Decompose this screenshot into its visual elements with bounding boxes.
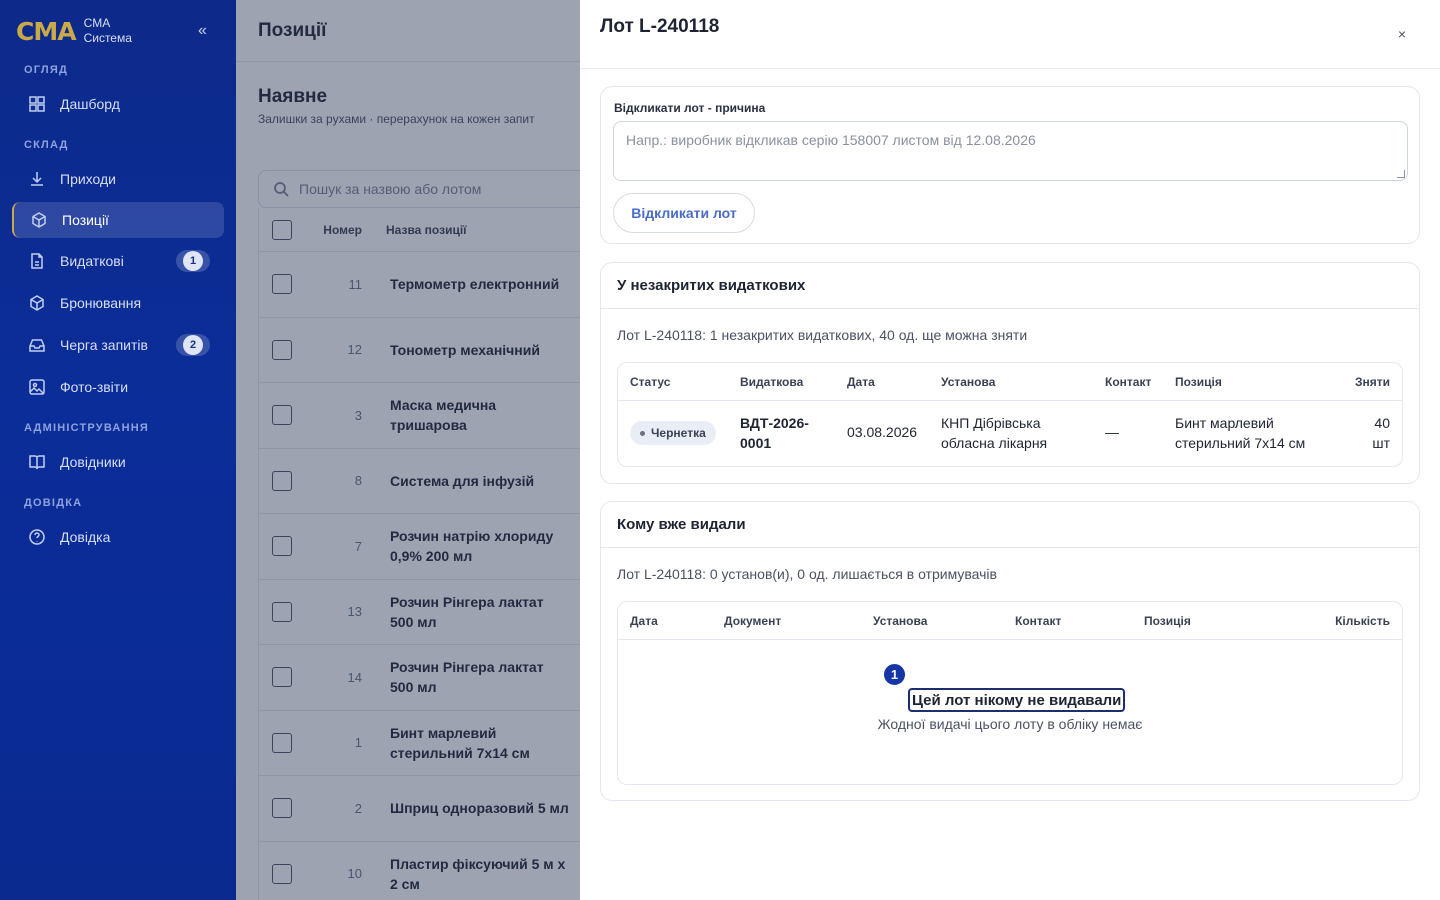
sidebar-item-positions[interactable]: Позиції (12, 202, 224, 238)
sidebar-item-dashboard[interactable]: Дашборд (12, 86, 224, 122)
column-withdraw: Зняти (1354, 375, 1390, 389)
sidebar-item-label: Дашборд (60, 96, 120, 112)
recall-card: Відкликати лот - причина Напр.: виробник… (600, 86, 1420, 244)
section-warehouse: СКЛАД (24, 139, 69, 151)
sidebar-item-request-queue[interactable]: Черга запитів 2 (12, 327, 224, 363)
column-invoice: Видаткова (740, 375, 804, 389)
column-status: Статус (630, 375, 671, 389)
status-badge: Чернетка (630, 421, 716, 445)
column-item: Позиція (1144, 614, 1191, 628)
brand-logo: CMA (16, 16, 77, 46)
download-icon (28, 170, 46, 188)
queue-count-badge: 2 (176, 334, 210, 356)
issued-table: Дата Документ Установа Контакт Позиція К… (617, 601, 1403, 785)
item-name: Бинт марлевий стерильний 7х14 см (1175, 415, 1306, 451)
withdraw-quantity: 40 шт (1372, 415, 1390, 451)
help-icon (28, 528, 46, 546)
column-date: Дата (847, 375, 875, 389)
brand-name: CMA (83, 16, 111, 30)
contact: — (1105, 424, 1119, 440)
sidebar-item-label: Приходи (60, 171, 116, 187)
invoices-count-badge: 1 (176, 250, 210, 272)
drawer-title: Лот L-240118 (600, 16, 720, 37)
sidebar-item-photo-reports[interactable]: Фото-звіти (12, 369, 224, 405)
institution: КНП Дібрівська обласна лікарня (941, 415, 1048, 451)
column-date: Дата (630, 614, 658, 628)
brand[interactable]: CMA CMA Система (16, 16, 132, 46)
book-icon (28, 453, 46, 471)
open-invoices-title: У незакритих видаткових (601, 263, 1419, 309)
section-help: ДОВІДКА (24, 497, 83, 509)
annotation-marker: 1 (882, 662, 907, 687)
sidebar-item-label: Позиції (62, 212, 109, 228)
recall-reason-placeholder: Напр.: виробник відкликав серію 158007 л… (626, 132, 1036, 148)
issued-card: Кому вже видали Лот L-240118: 0 установ(… (600, 501, 1420, 801)
issued-summary: Лот L-240118: 0 установ(и), 0 од. лишаєт… (617, 566, 997, 582)
sidebar-item-label: Довідники (60, 454, 126, 470)
sidebar-item-label: Бронювання (60, 295, 142, 311)
empty-state: 1 Цей лот нікому не видавали Жодної вида… (618, 640, 1402, 784)
empty-state-subtitle: Жодної видачі цього лоту в обліку немає (877, 716, 1143, 732)
sidebar-item-directories[interactable]: Довідники (12, 444, 224, 480)
section-admin: АДМІНІСТРУВАННЯ (24, 422, 149, 434)
sidebar-item-receipts[interactable]: Приходи (12, 161, 224, 197)
sidebar-item-label: Черга запитів (60, 337, 148, 353)
column-item: Позиція (1175, 375, 1222, 389)
column-quantity: Кількість (1335, 614, 1390, 628)
box-icon (30, 211, 48, 229)
inbox-icon (28, 336, 46, 354)
invoice-date: 03.08.2026 (847, 424, 918, 440)
close-icon[interactable]: × (1398, 26, 1406, 42)
issued-title: Кому вже видали (601, 502, 1419, 548)
empty-state-title: Цей лот нікому не видавали (908, 688, 1126, 712)
sidebar-item-help[interactable]: Довідка (12, 519, 224, 555)
image-icon (28, 378, 46, 396)
section-overview: ОГЛЯД (24, 64, 68, 76)
column-contact: Контакт (1105, 375, 1152, 389)
sidebar-item-label: Видаткові (60, 253, 124, 269)
sidebar-item-label: Довідка (60, 529, 111, 545)
column-institution: Установа (873, 614, 928, 628)
sidebar-item-label: Фото-звіти (60, 379, 129, 395)
open-invoices-table: Статус Видаткова Дата Установа Контакт П… (617, 362, 1403, 467)
sidebar-item-reservations[interactable]: Бронювання (12, 285, 224, 321)
invoice-number[interactable]: ВДТ-2026- 0001 (740, 413, 809, 453)
document-icon (28, 252, 46, 270)
column-institution: Установа (941, 375, 996, 389)
modal-backdrop[interactable] (236, 0, 580, 900)
table-header: Статус Видаткова Дата Установа Контакт П… (618, 363, 1402, 401)
resize-handle-icon[interactable] (1397, 170, 1405, 178)
box-icon (28, 294, 46, 312)
brand-subtitle: Система (83, 31, 132, 45)
lot-drawer: Лот L-240118 × Відкликати лот - причина … (580, 0, 1440, 900)
open-invoices-card: У незакритих видаткових Лот L-240118: 1 … (600, 262, 1420, 484)
sidebar-item-invoices[interactable]: Видаткові 1 (12, 243, 224, 279)
open-invoices-summary: Лот L-240118: 1 незакритих видаткових, 4… (617, 327, 1028, 343)
dashboard-icon (28, 95, 46, 113)
column-document: Документ (724, 614, 782, 628)
table-header: Дата Документ Установа Контакт Позиція К… (618, 602, 1402, 640)
column-contact: Контакт (1015, 614, 1062, 628)
recall-reason-label: Відкликати лот - причина (614, 101, 766, 115)
sidebar: CMA CMA Система « ОГЛЯД Дашборд СКЛАД Пр… (0, 0, 236, 900)
recall-lot-button[interactable]: Відкликати лот (613, 193, 755, 233)
recall-reason-input[interactable]: Напр.: виробник відкликав серію 158007 л… (613, 121, 1408, 181)
table-row[interactable]: Чернетка ВДТ-2026- 0001 03.08.2026 КНП Ді… (618, 401, 1402, 467)
collapse-sidebar-icon[interactable]: « (198, 22, 207, 40)
